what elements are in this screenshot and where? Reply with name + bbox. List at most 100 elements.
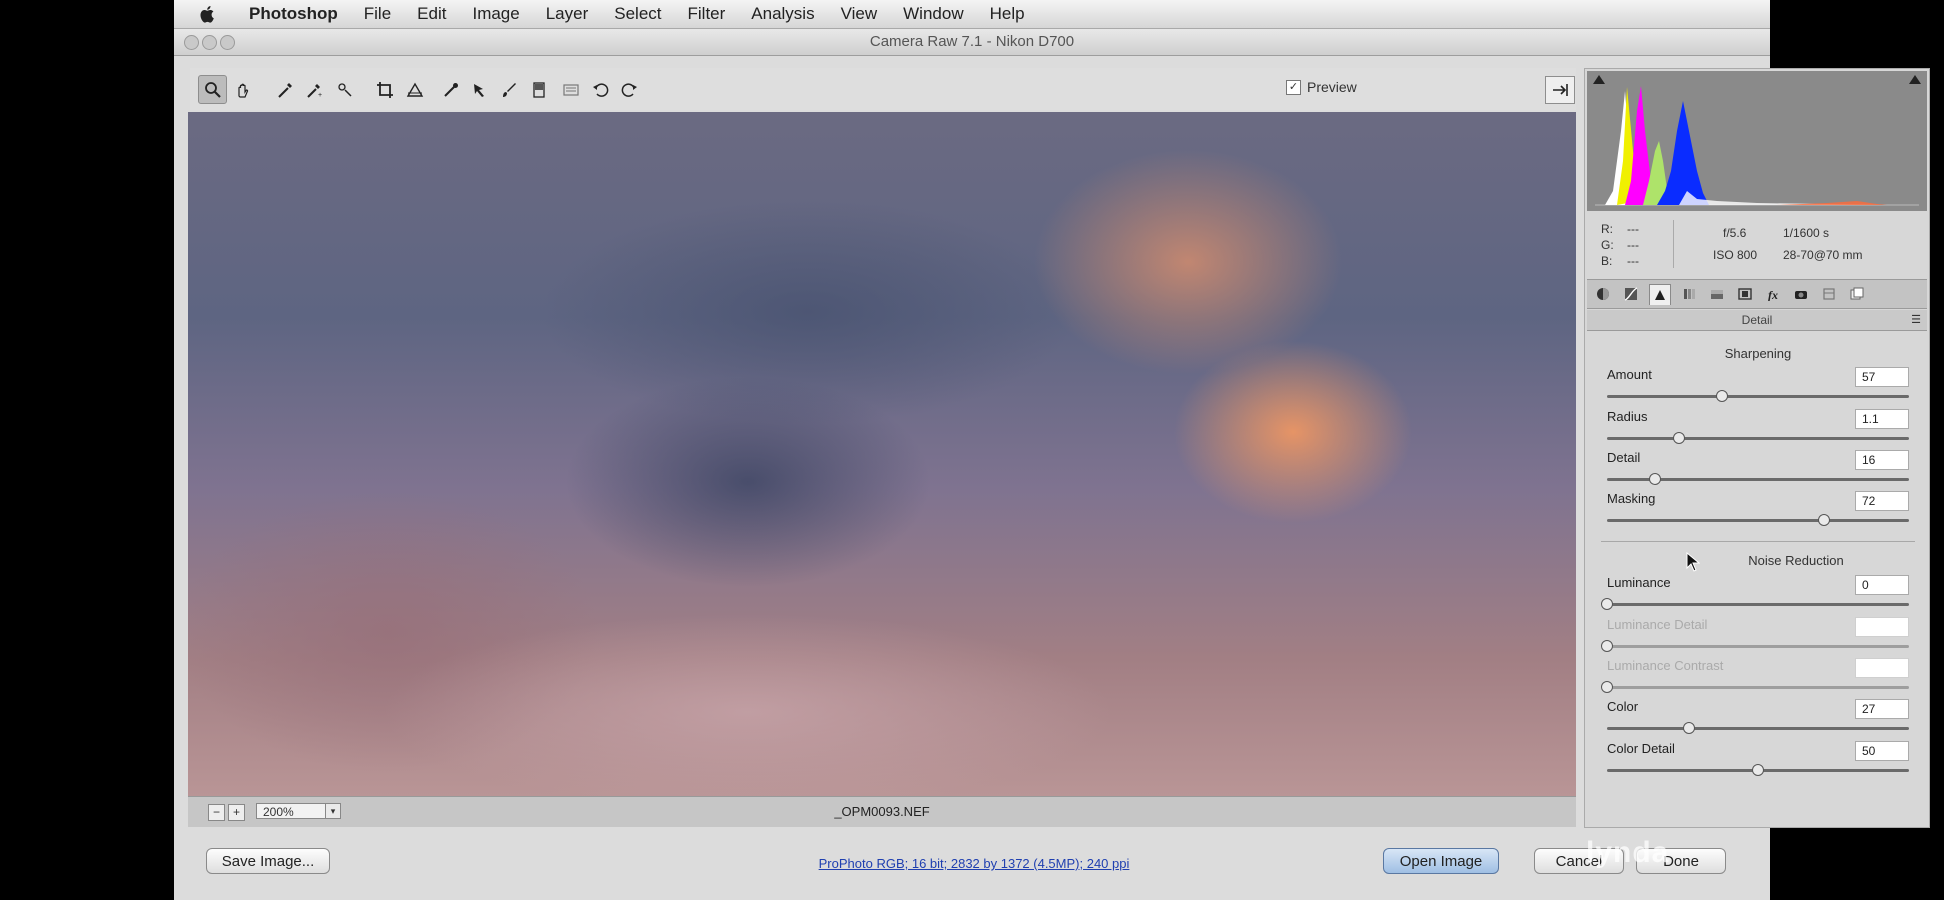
panel-menu-icon[interactable]: ☰: [1911, 310, 1921, 330]
menu-bar: Photoshop File Edit Image Layer Select F…: [174, 0, 1770, 29]
menu-layer[interactable]: Layer: [546, 4, 589, 24]
rotate-cw-icon[interactable]: [616, 77, 641, 102]
basic-tab-icon[interactable]: [1593, 284, 1613, 304]
zoom-tool-icon[interactable]: [198, 75, 227, 104]
snapshots-tab-icon[interactable]: [1847, 284, 1867, 304]
preferences-tool-icon[interactable]: [558, 77, 583, 102]
apple-icon[interactable]: [198, 4, 218, 24]
red-label: R:: [1601, 222, 1613, 236]
detail-label: Detail: [1607, 450, 1641, 465]
sharpening-title: Sharpening: [1724, 346, 1792, 361]
luminance-detail-value-field: [1855, 617, 1909, 637]
detail-slider[interactable]: [1607, 473, 1909, 485]
menu-window[interactable]: Window: [903, 4, 963, 24]
rotate-ccw-icon[interactable]: [588, 77, 613, 102]
blue-value: ---: [1627, 254, 1639, 268]
detail-slider-thumb[interactable]: [1649, 473, 1662, 485]
luminance-contrast-value-field: [1855, 658, 1909, 678]
graduated-filter-tool-icon[interactable]: [526, 77, 551, 102]
luminance-detail-slider-thumb: [1601, 640, 1613, 652]
radius-slider[interactable]: [1607, 432, 1909, 444]
presets-tab-icon[interactable]: [1819, 284, 1839, 304]
menu-file[interactable]: File: [364, 4, 391, 24]
masking-slider-thumb[interactable]: [1818, 514, 1831, 526]
open-image-button[interactable]: Open Image: [1383, 848, 1499, 874]
image-status-bar: − + 200% ▾ _OPM0093.NEF: [188, 796, 1576, 827]
menu-help[interactable]: Help: [990, 4, 1025, 24]
menu-image[interactable]: Image: [472, 4, 519, 24]
color-label: Color: [1607, 699, 1639, 714]
color-detail-slider[interactable]: [1607, 764, 1909, 776]
fullscreen-button[interactable]: [1545, 76, 1575, 104]
split-toning-tab-icon[interactable]: [1707, 284, 1727, 304]
watermark-logo: lynda: [1586, 836, 1670, 869]
color-sampler-tool-icon[interactable]: +: [302, 77, 327, 102]
detail-value-field[interactable]: 16: [1855, 450, 1909, 470]
section-divider: [1601, 541, 1915, 542]
luminance-detail-label: Luminance Detail: [1607, 617, 1708, 632]
targeted-adjustment-tool-icon[interactable]: [332, 77, 357, 102]
menu-photoshop[interactable]: Photoshop: [249, 4, 338, 24]
preview-checkbox[interactable]: ✓: [1286, 79, 1301, 95]
luminance-contrast-slider: [1601, 681, 1909, 693]
crop-tool-icon[interactable]: [372, 77, 397, 102]
color-value-field[interactable]: 27: [1855, 699, 1909, 719]
color-detail-value-field[interactable]: 50: [1855, 741, 1909, 761]
color-detail-slider-thumb[interactable]: [1752, 764, 1764, 776]
red-eye-removal-tool-icon[interactable]: [468, 77, 493, 102]
radius-value-field[interactable]: 1.1: [1855, 409, 1909, 429]
green-value: ---: [1627, 238, 1639, 252]
luminance-slider-thumb[interactable]: [1601, 598, 1613, 610]
effects-tab-icon[interactable]: fx: [1763, 284, 1783, 304]
radius-slider-thumb[interactable]: [1673, 432, 1686, 444]
preview-toggle[interactable]: ✓ Preview: [1286, 79, 1357, 95]
masking-slider[interactable]: [1607, 514, 1909, 526]
straighten-tool-icon[interactable]: [402, 77, 427, 102]
window-title-bar: Camera Raw 7.1 - Nikon D700: [174, 29, 1770, 56]
color-slider[interactable]: [1607, 722, 1909, 734]
luminance-label: Luminance: [1607, 575, 1671, 590]
info-divider: [1673, 220, 1674, 268]
menu-edit[interactable]: Edit: [417, 4, 446, 24]
preview-label: Preview: [1307, 79, 1357, 95]
iso-value: ISO 800: [1713, 248, 1758, 262]
menu-select[interactable]: Select: [614, 4, 661, 24]
fullscreen-icon: [1553, 84, 1568, 96]
svg-text:fx: fx: [1768, 288, 1778, 301]
workflow-options-link[interactable]: ProPhoto RGB; 16 bit; 2832 by 1372 (4.5M…: [754, 856, 1194, 871]
toolbar: + ✓ Preview: [190, 68, 1576, 110]
camera-calibration-tab-icon[interactable]: [1791, 284, 1811, 304]
mouse-cursor-icon: [1686, 552, 1700, 572]
luminance-slider[interactable]: [1601, 598, 1909, 610]
menu-filter[interactable]: Filter: [688, 4, 726, 24]
luminance-contrast-slider-thumb: [1601, 681, 1613, 693]
svg-text:+: +: [318, 92, 322, 99]
noise-reduction-title: Noise Reduction: [1748, 553, 1844, 568]
histogram-graph: [1595, 86, 1919, 206]
amount-slider[interactable]: [1607, 390, 1909, 402]
adjustments-panel: R: --- G: --- B: --- f/5.6 1/1600 s ISO …: [1584, 68, 1930, 828]
filename-label: _OPM0093.NEF: [834, 804, 930, 819]
save-image-button[interactable]: Save Image...: [206, 848, 330, 874]
image-preview[interactable]: [188, 112, 1576, 796]
red-value: ---: [1627, 222, 1639, 236]
panel-header: Detail ☰: [1587, 310, 1927, 331]
masking-label: Masking: [1607, 491, 1656, 506]
tone-curve-tab-icon[interactable]: [1621, 284, 1641, 304]
masking-value-field[interactable]: 72: [1855, 491, 1909, 511]
luminance-contrast-label: Luminance Contrast: [1607, 658, 1724, 673]
hsl-tab-icon[interactable]: [1679, 284, 1699, 304]
lens-corrections-tab-icon[interactable]: [1735, 284, 1755, 304]
color-slider-thumb[interactable]: [1682, 722, 1695, 734]
detail-tab-icon[interactable]: [1649, 284, 1671, 305]
menu-analysis[interactable]: Analysis: [751, 4, 814, 24]
amount-value-field[interactable]: 57: [1855, 367, 1909, 387]
amount-slider-thumb[interactable]: [1715, 390, 1728, 402]
luminance-value-field[interactable]: 0: [1855, 575, 1909, 595]
hand-tool-icon[interactable]: [230, 77, 255, 102]
menu-view[interactable]: View: [841, 4, 878, 24]
shutter-value: 1/1600 s: [1783, 226, 1830, 240]
white-balance-tool-icon[interactable]: [272, 77, 297, 102]
spot-removal-tool-icon[interactable]: [438, 77, 463, 102]
adjustment-brush-tool-icon[interactable]: [496, 77, 521, 102]
